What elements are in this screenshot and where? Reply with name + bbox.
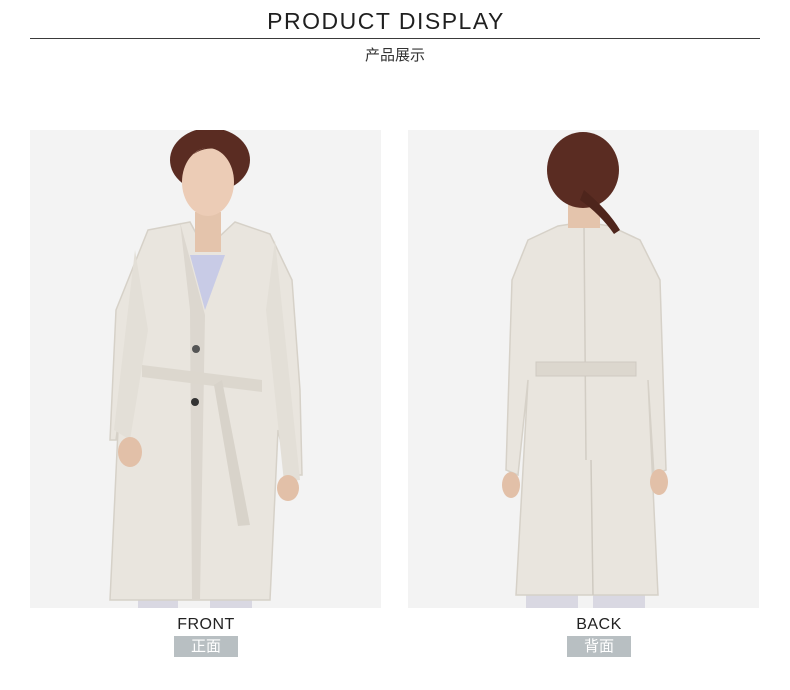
front-label-cn: 正面 — [174, 636, 238, 657]
front-label: FRONT — [177, 616, 235, 633]
back-label-cn: 背面 — [567, 636, 631, 657]
title-divider — [30, 38, 760, 39]
back-view-image — [408, 130, 759, 608]
back-label: BACK — [576, 616, 622, 633]
back-caption: BACK 背面 — [539, 616, 659, 657]
front-view-image — [30, 130, 381, 608]
front-caption: FRONT 正面 — [146, 616, 266, 657]
page-title: PRODUCT DISPLAY — [267, 8, 505, 34]
page-subtitle: 产品展示 — [364, 46, 425, 64]
